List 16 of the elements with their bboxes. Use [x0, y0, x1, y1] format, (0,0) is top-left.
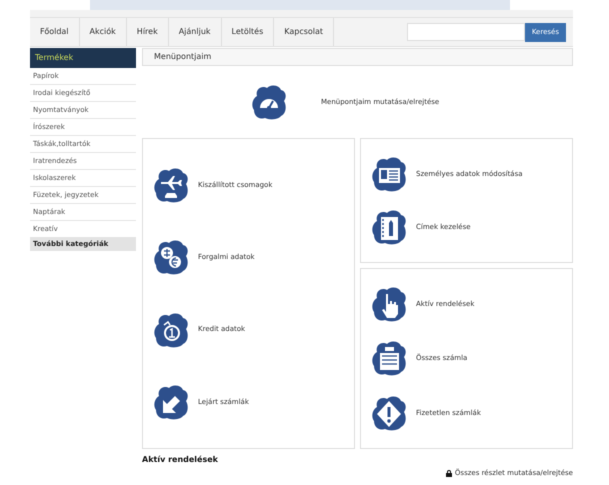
- section-header: Menüpontjaim: [142, 48, 573, 66]
- coin-icon[interactable]: [153, 310, 189, 349]
- nav-link[interactable]: Ajánljuk: [168, 18, 222, 46]
- lock-icon: [446, 470, 452, 477]
- notebook-pencil-icon[interactable]: [371, 208, 407, 246]
- warning-icon[interactable]: [371, 394, 407, 432]
- search-field[interactable]: [406, 23, 525, 41]
- speedometer-icon[interactable]: [251, 83, 287, 121]
- id-card-icon[interactable]: [371, 154, 407, 193]
- hand-pointer-icon[interactable]: [371, 285, 407, 324]
- nav-link[interactable]: Letöltés: [222, 18, 274, 46]
- arrow-icon[interactable]: [153, 382, 189, 421]
- section-title: Aktív rendelések: [142, 454, 219, 466]
- coins-icon[interactable]: [153, 238, 189, 276]
- sidebar-title: Termékek: [30, 48, 136, 68]
- nav-link[interactable]: Akciók: [80, 18, 127, 46]
